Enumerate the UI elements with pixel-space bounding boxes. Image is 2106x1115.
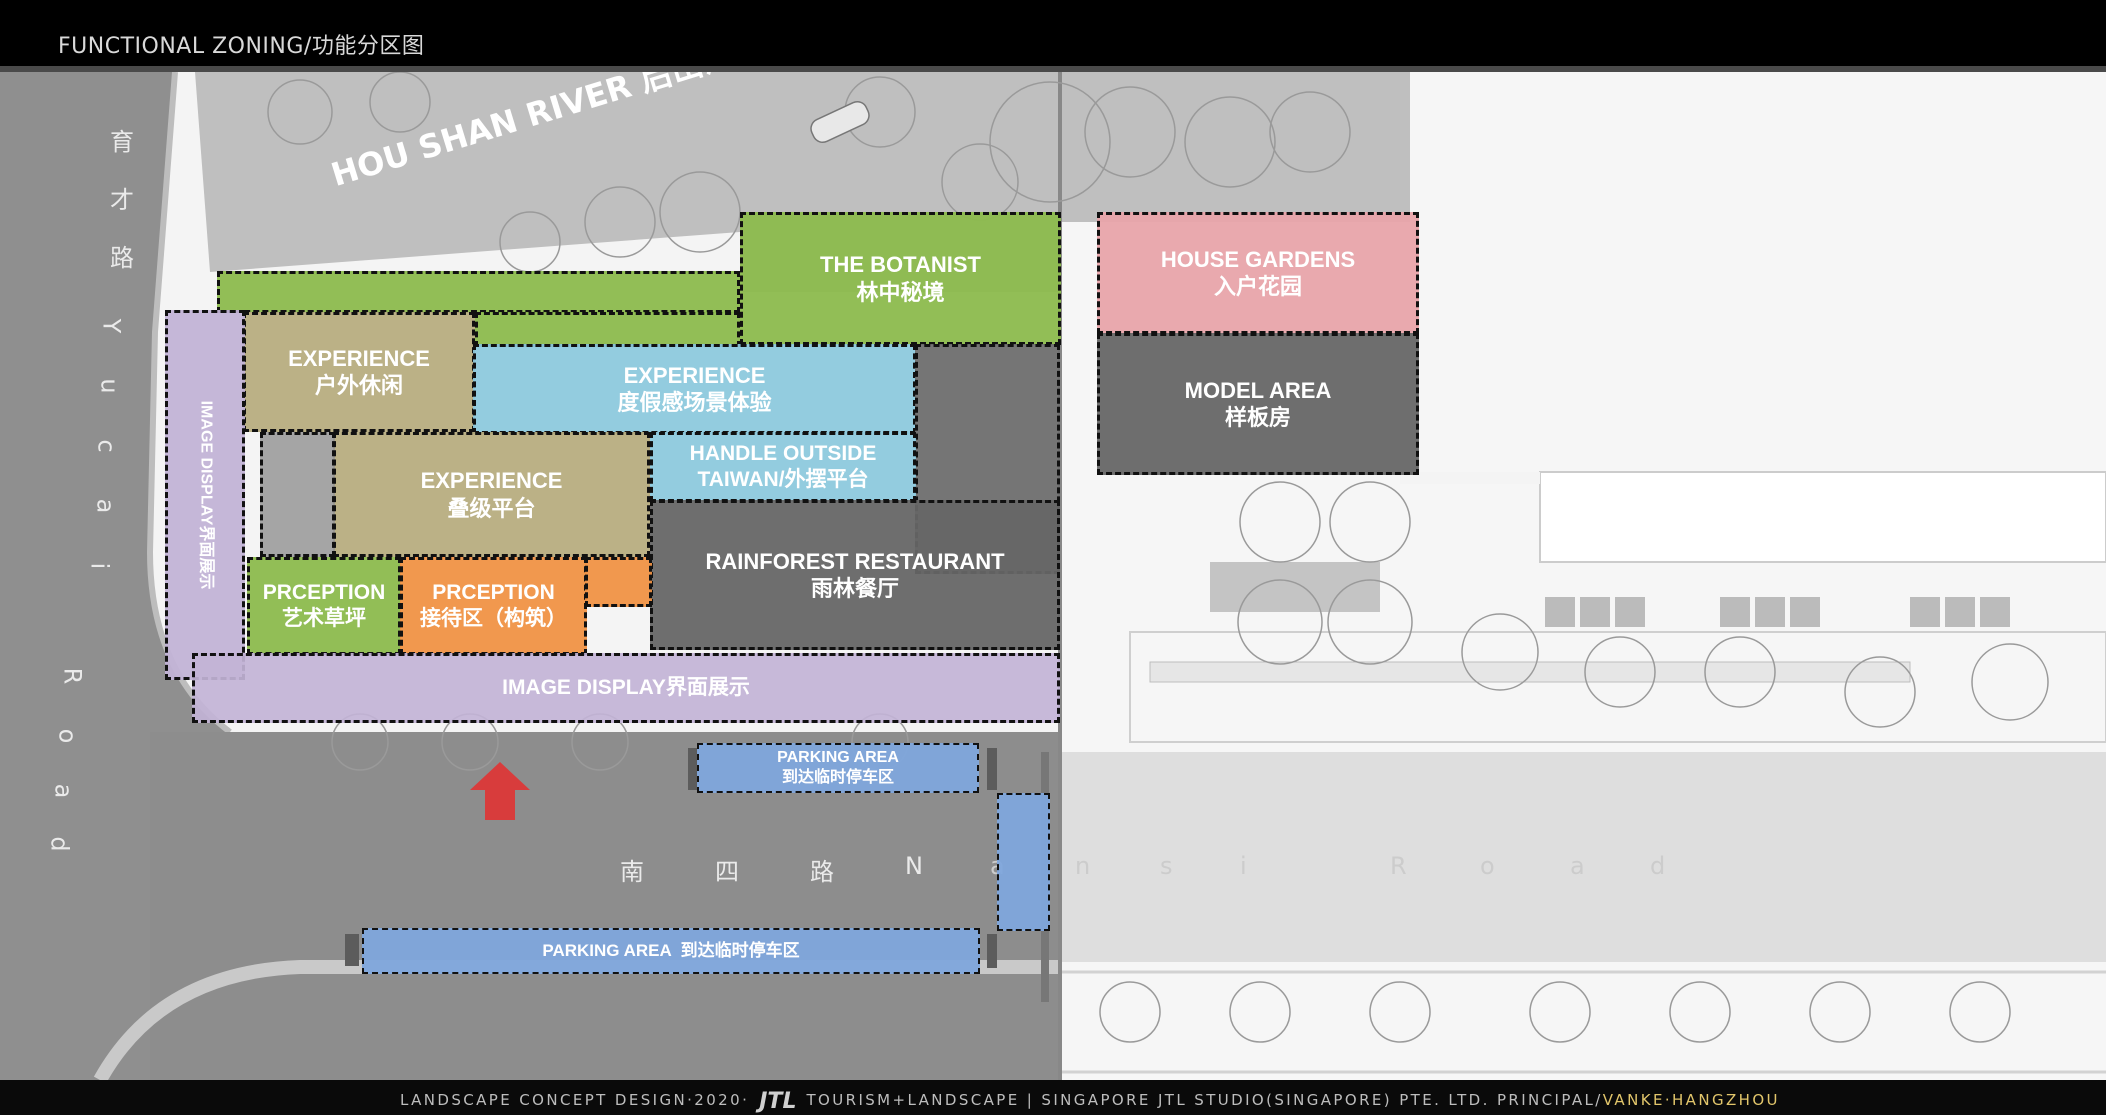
zone-experience-outdoor[interactable]: EXPERIENCE 户外休闲 xyxy=(243,312,475,432)
zone-cn: 艺术草坪 xyxy=(282,607,366,630)
footer-text: LANDSCAPE CONCEPT DESIGN·2020· JTL TOURISM… xyxy=(400,1089,1780,1114)
title-bar: FUNCTIONAL ZONING/功能分区图 xyxy=(0,0,2106,68)
road-char: a xyxy=(1570,852,1585,880)
zone-en: EXPERIENCE xyxy=(623,362,766,388)
road-char: d xyxy=(1650,852,1666,880)
zone-cn: 户外休闲 xyxy=(314,373,403,398)
road-char: 路 xyxy=(810,858,834,886)
zone-text: IMAGE DISPLAY界面展示 xyxy=(197,400,214,590)
road-char: o xyxy=(1480,852,1495,880)
zone-en: PRCEPTION xyxy=(262,580,386,604)
zone-en: HANDLE OUTSIDE xyxy=(689,441,877,465)
zone-the-botanist[interactable]: THE BOTANIST 林中秘境 xyxy=(740,212,1061,345)
footer-middle: TOURISM+LANDSCAPE | SINGAPORE JTL STUDIO… xyxy=(806,1091,1603,1109)
zone-experience-resort[interactable]: EXPERIENCE 度假感场景体验 xyxy=(473,344,916,434)
zone-en: PRCEPTION xyxy=(432,580,555,604)
zone-cn: 度假感场景体验 xyxy=(617,390,772,415)
road-char: 才 xyxy=(110,186,134,214)
zone-green-strip-upper xyxy=(217,271,740,313)
zone-en: HOUSE GARDENS xyxy=(1160,246,1356,272)
road-char: Y xyxy=(97,318,126,334)
road-char: i xyxy=(1240,852,1247,880)
jtl-logo: JTL xyxy=(759,1089,797,1114)
zone-green-strip-lower xyxy=(475,312,740,347)
zone-parking-lower[interactable]: PARKING AREA 到达临时停车区 xyxy=(362,928,980,974)
zone-en: PARKING AREA xyxy=(777,749,899,766)
zone-text: PARKING AREA 到达临时停车区 xyxy=(542,941,800,961)
zone-cn: 样板房 xyxy=(1224,405,1291,430)
road-char: R xyxy=(1390,852,1407,880)
zone-house-gardens[interactable]: HOUSE GARDENS 入户花园 xyxy=(1097,212,1419,334)
road-char: n xyxy=(1075,852,1091,880)
zone-cn: TAIWAN/外摆平台 xyxy=(697,468,869,491)
road-char: 路 xyxy=(110,244,134,272)
zone-en: MODEL AREA xyxy=(1184,377,1332,403)
road-char: i xyxy=(85,562,114,570)
zone-cn: 叠级平台 xyxy=(447,495,536,521)
road-char: R xyxy=(58,667,87,685)
zone-en: EXPERIENCE xyxy=(288,345,430,371)
zone-en: EXPERIENCE xyxy=(420,468,563,493)
road-char: s xyxy=(1160,852,1173,880)
footer-highlight: VANKE·HANGZHOU xyxy=(1602,1091,1780,1109)
zone-en: THE BOTANIST xyxy=(820,252,981,277)
zone-rainforest-restaurant[interactable]: RAINFOREST RESTAURANT 雨林餐厅 xyxy=(650,500,1060,650)
zone-cn: 接待区（构筑） xyxy=(420,607,567,630)
page-title: FUNCTIONAL ZONING/功能分区图 xyxy=(58,34,425,59)
road-char: 育 xyxy=(110,128,134,156)
zone-perception-lawn[interactable]: PRCEPTION 艺术草坪 xyxy=(247,557,401,655)
zone-model-area[interactable]: MODEL AREA 样板房 xyxy=(1097,333,1419,475)
road-char: u xyxy=(95,378,124,394)
zone-orange-small xyxy=(585,557,652,607)
zone-perception-reception[interactable]: PRCEPTION 接待区（构筑） xyxy=(400,557,587,655)
road-char: N xyxy=(905,852,923,880)
footer-left: LANDSCAPE CONCEPT DESIGN·2020· xyxy=(400,1091,750,1109)
road-char: 四 xyxy=(715,858,739,886)
road-char: a xyxy=(91,498,120,514)
zone-cn: 到达临时停车区 xyxy=(781,769,894,786)
road-char: c xyxy=(92,439,121,453)
road-char: 南 xyxy=(620,858,644,886)
zone-cn: 林中秘境 xyxy=(856,279,945,305)
road-char: a xyxy=(49,783,78,799)
site-plan: HOU SHAN RIVER 后山河 育 才 路 Y u c a i R o a… xyxy=(0,72,2106,1080)
zone-handle-outside[interactable]: HANDLE OUTSIDE TAIWAN/外摆平台 xyxy=(650,432,916,502)
road-label-west: 育 才 路 Y u c a i R o a d xyxy=(46,122,140,852)
road-char: o xyxy=(53,728,82,744)
zone-parking-upper[interactable]: PARKING AREA 到达临时停车区 xyxy=(697,743,979,793)
zone-image-display-bottom[interactable]: IMAGE DISPLAY界面展示 xyxy=(192,653,1060,723)
zone-stair-block xyxy=(260,432,335,557)
road-label-south: 南 四 路 N a n s i R o a d xyxy=(620,852,1670,892)
zone-experience-terrace[interactable]: EXPERIENCE 叠级平台 xyxy=(333,432,650,557)
zone-image-display-vertical[interactable]: IMAGE DISPLAY界面展示 xyxy=(165,310,245,680)
zone-text: IMAGE DISPLAY界面展示 xyxy=(502,675,750,699)
road-char: d xyxy=(45,836,74,852)
zone-cn: 入户花园 xyxy=(1213,274,1302,299)
zone-parking-vertical xyxy=(997,793,1050,931)
zone-cn: 雨林餐厅 xyxy=(810,576,899,601)
footer-bar: LANDSCAPE CONCEPT DESIGN·2020· JTL TOURISM… xyxy=(0,1080,2106,1115)
zone-en: RAINFOREST RESTAURANT xyxy=(705,548,1005,574)
